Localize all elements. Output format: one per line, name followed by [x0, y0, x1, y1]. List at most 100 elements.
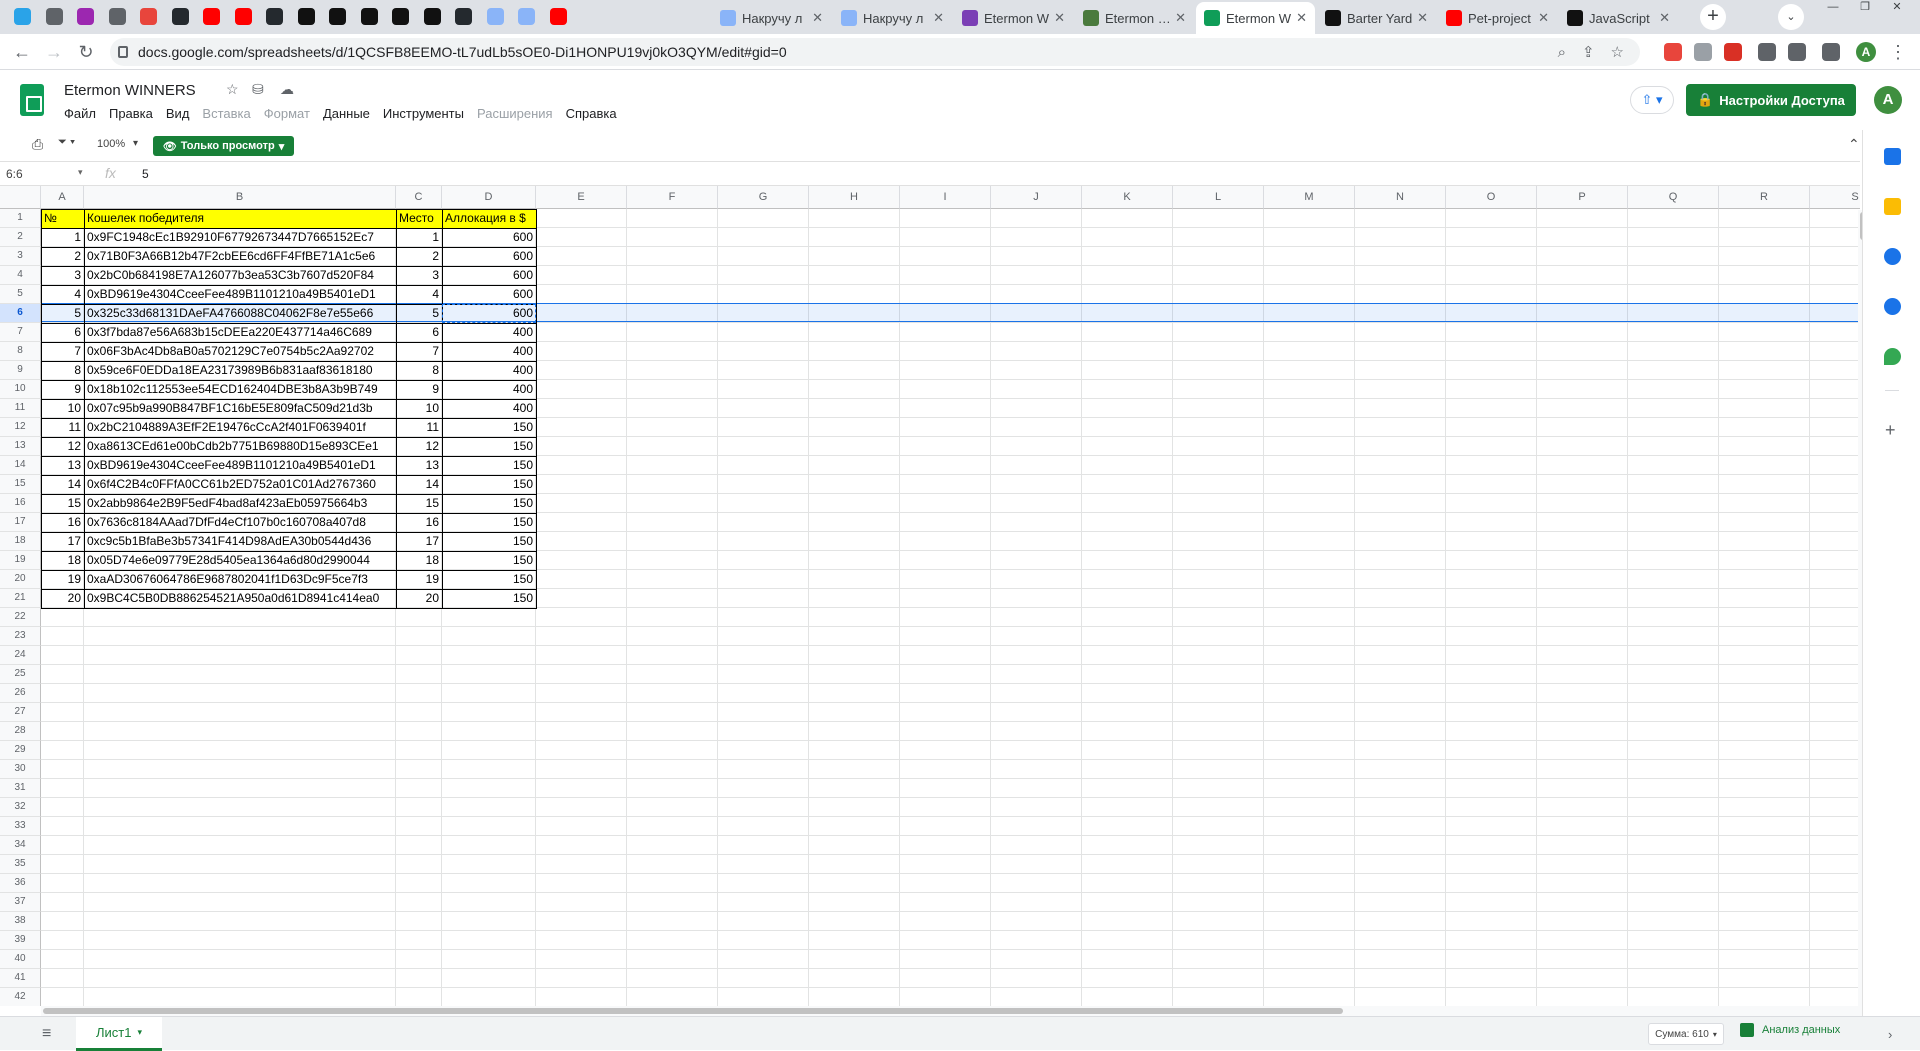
column-header[interactable]: Q — [1628, 186, 1719, 209]
row-header[interactable]: 9 — [0, 361, 41, 380]
keep-icon[interactable] — [1884, 198, 1901, 215]
table-cell[interactable]: 14 — [41, 475, 84, 494]
table-cell[interactable]: 400 — [442, 399, 536, 418]
table-cell[interactable]: 150 — [442, 551, 536, 570]
move-icon[interactable]: ⛁ — [252, 81, 264, 98]
table-cell[interactable]: 19 — [396, 570, 442, 589]
formula-input[interactable]: 5 — [142, 167, 149, 181]
menu-item[interactable]: Расширения — [477, 106, 553, 121]
forward-button[interactable]: → — [42, 40, 66, 64]
row-header[interactable]: 42 — [0, 988, 41, 1006]
table-cell[interactable]: 18 — [396, 551, 442, 570]
horizontal-scrollbar[interactable] — [41, 1006, 1860, 1016]
minimize-button[interactable]: — — [1820, 0, 1846, 14]
table-cell[interactable]: 14 — [396, 475, 442, 494]
row-header[interactable]: 8 — [0, 342, 41, 361]
row-header[interactable]: 23 — [0, 627, 41, 646]
row-header[interactable]: 40 — [0, 950, 41, 969]
back-button[interactable]: ← — [10, 40, 34, 64]
account-avatar[interactable]: A — [1874, 86, 1902, 114]
table-cell[interactable]: 13 — [41, 456, 84, 475]
column-header[interactable]: C — [396, 186, 442, 209]
table-cell[interactable]: 12 — [396, 437, 442, 456]
row-header[interactable]: 10 — [0, 380, 41, 399]
table-cell[interactable]: 600 — [442, 285, 536, 304]
header-cell[interactable]: Аллокация в $ — [442, 209, 536, 228]
pinned-tab-icon[interactable] — [140, 8, 157, 25]
table-cell[interactable]: 2 — [41, 247, 84, 266]
share-button[interactable]: 🔒 Настройки Доступа — [1686, 84, 1856, 116]
document-title[interactable]: Etermon WINNERS — [64, 82, 196, 99]
table-cell[interactable]: 17 — [41, 532, 84, 551]
wallet-cell[interactable]: 0x6f4C2B4c0FFfA0CC61b2ED752a01C01Ad27673… — [84, 475, 396, 494]
pinned-tab-icon[interactable] — [423, 8, 441, 25]
column-header[interactable]: P — [1537, 186, 1628, 209]
tab-close-icon[interactable]: ✕ — [1296, 10, 1307, 26]
media-control-icon[interactable] — [1788, 43, 1806, 61]
star-icon[interactable]: ☆ — [226, 81, 239, 98]
row-header[interactable]: 21 — [0, 589, 41, 608]
table-cell[interactable]: 400 — [442, 361, 536, 380]
column-header[interactable]: E — [536, 186, 627, 209]
tasks-icon[interactable] — [1884, 248, 1901, 265]
row-header[interactable]: 35 — [0, 855, 41, 874]
side-panel-icon[interactable] — [1822, 43, 1840, 61]
row-header[interactable]: 31 — [0, 779, 41, 798]
table-cell[interactable]: 150 — [442, 570, 536, 589]
tab-close-icon[interactable]: ✕ — [1659, 10, 1670, 26]
pdf-extension-icon[interactable] — [1724, 43, 1742, 61]
row-header[interactable]: 11 — [0, 399, 41, 418]
pinned-tab-icon[interactable] — [77, 8, 94, 25]
row-header[interactable]: 15 — [0, 475, 41, 494]
wallet-cell[interactable]: 0x18b102c112553ee54ECD162404DBE3b8A3b9B7… — [84, 380, 396, 399]
menu-item[interactable]: Вид — [166, 106, 190, 121]
all-sheets-icon[interactable]: ≡ — [42, 1025, 51, 1043]
collapse-menus-icon[interactable]: ⌃ — [1848, 136, 1860, 153]
row-header[interactable]: 38 — [0, 912, 41, 931]
table-cell[interactable]: 17 — [396, 532, 442, 551]
calendar-icon[interactable] — [1884, 148, 1901, 165]
row-header[interactable]: 32 — [0, 798, 41, 817]
tab-close-icon[interactable]: ✕ — [1538, 10, 1549, 26]
header-cell[interactable]: № — [41, 209, 84, 228]
column-header[interactable]: D — [442, 186, 536, 209]
pinned-tab-icon[interactable] — [234, 8, 252, 25]
row-header[interactable]: 34 — [0, 836, 41, 855]
wallet-cell[interactable]: 0x71B0F3A66B12b47F2cbEE6cd6FF4FfBE71A1c5… — [84, 247, 396, 266]
pinned-tab-icon[interactable] — [486, 8, 504, 25]
table-cell[interactable]: 5 — [41, 304, 84, 323]
view-only-button[interactable]: 👁 Только просмотр ▾ — [153, 136, 294, 156]
wallet-cell[interactable]: 0x06F3bAc4Db8aB0a5702129C7e0754b5c2Aa927… — [84, 342, 396, 361]
column-header[interactable]: G — [718, 186, 809, 209]
header-cell[interactable]: Кошелек победителя — [84, 209, 396, 228]
column-header[interactable]: J — [991, 186, 1082, 209]
row-header[interactable]: 25 — [0, 665, 41, 684]
table-cell[interactable]: 600 — [442, 304, 536, 323]
add-addon-icon[interactable]: + — [1885, 420, 1896, 441]
pinned-tab-icon[interactable] — [108, 8, 126, 25]
wallet-cell[interactable]: 0xa8613CEd61e00bCdb2b7751B69880D15e893CE… — [84, 437, 396, 456]
contacts-icon[interactable] — [1884, 298, 1901, 315]
row-header[interactable]: 6 — [0, 304, 41, 323]
browser-tab[interactable]: Etermon W ✕ — [1196, 2, 1315, 34]
wallet-cell[interactable]: 0x59ce6F0EDDa18EA23173989B6b831aaf836181… — [84, 361, 396, 380]
wallet-cell[interactable]: 0xaAD30676064786E9687802041f1D63Dc9F5ce7… — [84, 570, 396, 589]
zoom-search-icon[interactable]: ⌕ — [1558, 44, 1566, 61]
wallet-cell[interactable]: 0x9FC1948cEc1B92910F67792673447D7665152E… — [84, 228, 396, 247]
menu-item[interactable]: Инструменты — [383, 106, 464, 121]
row-header[interactable]: 24 — [0, 646, 41, 665]
wallet-cell[interactable]: 0x7636c8184AAad7DfFd4eCf107b0c160708a407… — [84, 513, 396, 532]
table-cell[interactable]: 15 — [41, 494, 84, 513]
wallet-cell[interactable]: 0x2bC2104889A3EfF2E19476cCcA2f401F063940… — [84, 418, 396, 437]
zoom-arrow-icon[interactable]: ▾ — [133, 138, 138, 149]
name-box[interactable]: 6:6 — [6, 167, 23, 181]
pinned-tab-icon[interactable] — [329, 8, 346, 25]
table-cell[interactable]: 400 — [442, 380, 536, 399]
row-header[interactable]: 28 — [0, 722, 41, 741]
table-cell[interactable]: 15 — [396, 494, 442, 513]
row-header[interactable]: 36 — [0, 874, 41, 893]
menu-item[interactable]: Формат — [264, 106, 310, 121]
row-header[interactable]: 41 — [0, 969, 41, 988]
pinned-tab-icon[interactable] — [549, 8, 567, 25]
present-button[interactable]: ⇧ ▾ — [1630, 86, 1674, 114]
